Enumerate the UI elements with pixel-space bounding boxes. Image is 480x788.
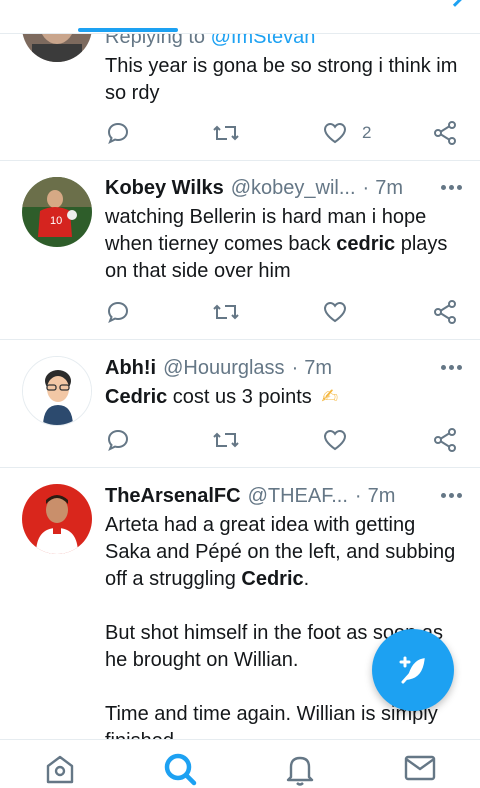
separator-dot: · [354,485,362,507]
retweet-icon [213,304,239,320]
reply-icon [107,122,129,144]
tweet[interactable]: 10 Kobey Wilks @kobey_wil... · 7m watchi… [0,161,480,340]
tweet-text-part: cost us 3 points [167,386,312,408]
compose-tweet-button[interactable] [372,629,454,711]
more-options-button[interactable] [441,493,462,498]
like-count: 2 [362,123,372,142]
display-name[interactable]: TheArsenalFC [105,483,241,509]
search-icon [164,753,197,786]
nav-messages[interactable] [403,752,437,788]
top-tab-bar [0,0,480,34]
timestamp[interactable]: 7m [304,355,332,381]
compose-feather-icon [399,656,425,684]
like-button[interactable] [322,297,348,327]
share-button[interactable] [432,425,458,455]
tweet-text: Arteta had a great idea with getting Sak… [105,512,462,593]
reply-icon [107,429,129,451]
tweet-text: watching Bellerin is hard man i hope whe… [105,204,462,285]
chevron-right-icon[interactable] [445,0,465,7]
bell-icon [286,756,314,786]
share-icon [434,121,456,145]
tweet[interactable]: Abh!i @Houurglass · 7m Cedric cost us 3 … [0,340,480,468]
more-options-button[interactable] [441,365,462,370]
svg-text:10: 10 [50,215,62,227]
tweet-text-part: . [303,568,310,590]
tweet-actions: 2 [106,118,458,148]
nav-notifications[interactable] [284,752,316,788]
highlighted-keyword: Cedric [241,568,304,590]
timestamp[interactable]: 7m [375,175,403,201]
highlighted-keyword: Cedric [105,386,168,408]
reply-button[interactable] [106,297,130,327]
active-tab-indicator [78,28,178,32]
share-icon [434,428,456,452]
share-icon [434,300,456,324]
heart-icon [323,122,347,144]
bottom-navigation [0,739,480,788]
retweet-icon [213,125,239,141]
user-handle[interactable]: @THEAF... [248,483,348,509]
nav-search[interactable] [163,752,197,788]
tweet[interactable]: TheArsenalFC @THEAF... · 7m Arteta had a… [0,468,480,768]
heart-icon [323,301,347,323]
reply-button[interactable] [106,118,130,148]
user-handle[interactable]: @Houurglass [163,355,284,381]
heart-icon [323,429,347,451]
avatar[interactable] [22,484,92,554]
separator-dot: · [291,357,299,379]
share-button[interactable] [432,297,458,327]
retweet-button[interactable] [212,425,240,455]
retweet-button[interactable] [212,118,240,148]
separator-dot: · [362,177,370,199]
highlighted-keyword: cedric [336,233,396,255]
writing-hand-emoji: ✍ [321,386,339,408]
reply-button[interactable] [106,425,130,455]
share-button[interactable] [432,118,458,148]
tweet-text: This year is gona be so strong i think i… [105,55,458,104]
retweet-icon [213,432,239,448]
like-button[interactable]: 2 [322,118,371,148]
tweet-text: Cedric cost us 3 points ✍ [105,384,462,411]
avatar[interactable] [22,356,92,426]
display-name[interactable]: Kobey Wilks [105,175,224,201]
like-button[interactable] [322,425,348,455]
home-icon [46,755,74,784]
tweet-actions [106,297,458,327]
display-name[interactable]: Abh!i [105,355,156,381]
timestamp[interactable]: 7m [368,483,396,509]
user-handle[interactable]: @kobey_wil... [231,175,356,201]
reply-icon [107,301,129,323]
tweet-actions [106,425,458,455]
retweet-button[interactable] [212,297,240,327]
more-options-button[interactable] [441,185,462,190]
nav-home[interactable] [44,752,76,788]
avatar[interactable]: 10 [22,177,92,247]
mail-icon [404,755,436,781]
